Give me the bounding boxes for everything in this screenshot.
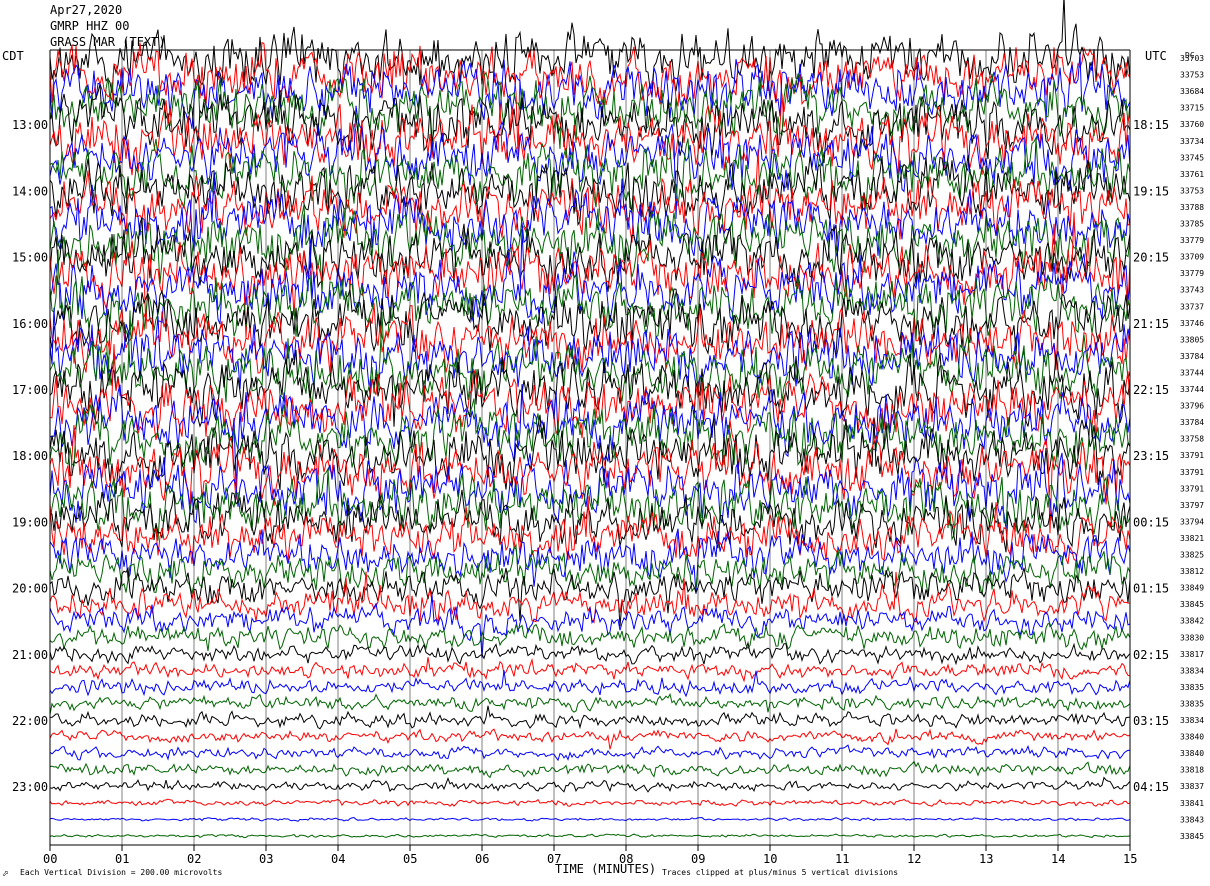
left-time-label: 16:00	[12, 317, 48, 331]
right-time-label: 19:15	[1133, 184, 1169, 198]
right-time-label: 00:15	[1133, 515, 1169, 529]
right-time-label: 23:15	[1133, 449, 1169, 463]
dc-value-label: 33845	[1180, 832, 1204, 841]
x-tick-label: 01	[115, 852, 129, 866]
right-time-label: 01:15	[1133, 582, 1169, 596]
right-time-label: 20:15	[1133, 251, 1169, 265]
dc-value-label: 33834	[1180, 666, 1204, 675]
dc-value-label: 33817	[1180, 650, 1204, 659]
dc-value-label: 33784	[1180, 418, 1204, 427]
right-time-label: 02:15	[1133, 648, 1169, 662]
dc-value-label: 33835	[1180, 683, 1204, 692]
left-time-label: 17:00	[12, 383, 48, 397]
dc-value-label: 33818	[1180, 766, 1204, 775]
dc-value-label: 33845	[1180, 600, 1204, 609]
dc-value-label: 33830	[1180, 633, 1204, 642]
dc-value-label: 33835	[1180, 699, 1204, 708]
x-tick-label: 13	[979, 852, 993, 866]
right-time-label: 03:15	[1133, 714, 1169, 728]
dc-value-label: 33760	[1180, 120, 1204, 129]
dc-value-label: 33834	[1180, 716, 1204, 725]
dc-value-label: 33744	[1180, 385, 1204, 394]
right-time-label: 18:15	[1133, 118, 1169, 132]
header-date: Apr27,2020	[50, 3, 122, 17]
x-axis-label: TIME (MINUTES)	[555, 862, 656, 876]
x-tick-label: 11	[835, 852, 849, 866]
x-tick-label: 12	[907, 852, 921, 866]
right-time-label: 21:15	[1133, 317, 1169, 331]
dc-value-label: 33745	[1180, 153, 1204, 162]
dc-value-label: 33746	[1180, 319, 1204, 328]
x-tick-label: 00	[43, 852, 57, 866]
dc-value-label: 33837	[1180, 782, 1204, 791]
right-time-label: 04:15	[1133, 780, 1169, 794]
dc-value-label: 33825	[1180, 551, 1204, 560]
helicorder-plot: Apr27,2020 GMRP HHZ 00 GRASS MAR (TEXT) …	[0, 0, 1210, 886]
right-zone-label: UTC	[1145, 49, 1167, 63]
right-time-label: 22:15	[1133, 383, 1169, 397]
x-tick-label: 03	[259, 852, 273, 866]
header-location: GRASS MAR (TEXT)	[50, 35, 166, 49]
header-station: GMRP HHZ 00	[50, 19, 129, 33]
dc-value-label: 33797	[1180, 501, 1204, 510]
dc-value-label: 33753	[1180, 71, 1204, 80]
dc-value-label: 33784	[1180, 352, 1204, 361]
x-tick-label: 10	[763, 852, 777, 866]
left-time-label: 19:00	[12, 515, 48, 529]
dc-value-label: 33843	[1180, 815, 1204, 824]
dc-value-label: 33791	[1180, 451, 1204, 460]
dc-value-label: 33791	[1180, 484, 1204, 493]
dc-value-label: 33709	[1180, 253, 1204, 262]
dc-value-label: 33840	[1180, 749, 1204, 758]
x-tick-label: 02	[187, 852, 201, 866]
left-time-label: 13:00	[12, 118, 48, 132]
dc-value-label: 33779	[1180, 236, 1204, 245]
left-time-label: 14:00	[12, 184, 48, 198]
dc-value-label: 33841	[1180, 799, 1204, 808]
dc-value-label: 33796	[1180, 402, 1204, 411]
dc-value-label: 33734	[1180, 137, 1204, 146]
x-tick-label: 09	[691, 852, 705, 866]
left-time-label: 23:00	[12, 780, 48, 794]
left-time-label: 20:00	[12, 582, 48, 596]
dc-value-label: 33821	[1180, 534, 1204, 543]
dc-value-label: 33794	[1180, 517, 1204, 526]
x-tick-label: 14	[1051, 852, 1065, 866]
dc-value-label: 33842	[1180, 617, 1204, 626]
dc-value-label: 33788	[1180, 203, 1204, 212]
left-time-label: 21:00	[12, 648, 48, 662]
dc-value-label: 33779	[1180, 269, 1204, 278]
x-tick-label: 04	[331, 852, 345, 866]
dc-value-label: 33737	[1180, 302, 1204, 311]
dc-value-label: 33684	[1180, 87, 1204, 96]
dc-value-label: 33743	[1180, 286, 1204, 295]
dc-value-label: 33812	[1180, 567, 1204, 576]
x-tick-label: 15	[1123, 852, 1137, 866]
x-tick-label: 05	[403, 852, 417, 866]
left-time-label: 15:00	[12, 251, 48, 265]
scale-marker-icon: ⬀	[2, 869, 9, 878]
left-zone-label: CDT	[2, 49, 24, 63]
x-tick-label: 06	[475, 852, 489, 866]
dc-value-label: 33785	[1180, 220, 1204, 229]
dc-value-label: 33849	[1180, 584, 1204, 593]
dc-value-label: 33840	[1180, 733, 1204, 742]
scale-note: Each Vertical Division = 200.00 microvol…	[20, 868, 222, 877]
dc-value-label: 33758	[1180, 435, 1204, 444]
dc-value-label: 33703	[1180, 54, 1204, 63]
dc-value-label: 33753	[1180, 186, 1204, 195]
dc-value-label: 33761	[1180, 170, 1204, 179]
left-time-label: 18:00	[12, 449, 48, 463]
clip-note: Traces clipped at plus/minus 5 vertical …	[662, 868, 898, 877]
dc-value-label: 33715	[1180, 104, 1204, 113]
dc-value-label: 33791	[1180, 468, 1204, 477]
dc-value-label: 33805	[1180, 335, 1204, 344]
left-time-label: 22:00	[12, 714, 48, 728]
dc-value-label: 33744	[1180, 368, 1204, 377]
